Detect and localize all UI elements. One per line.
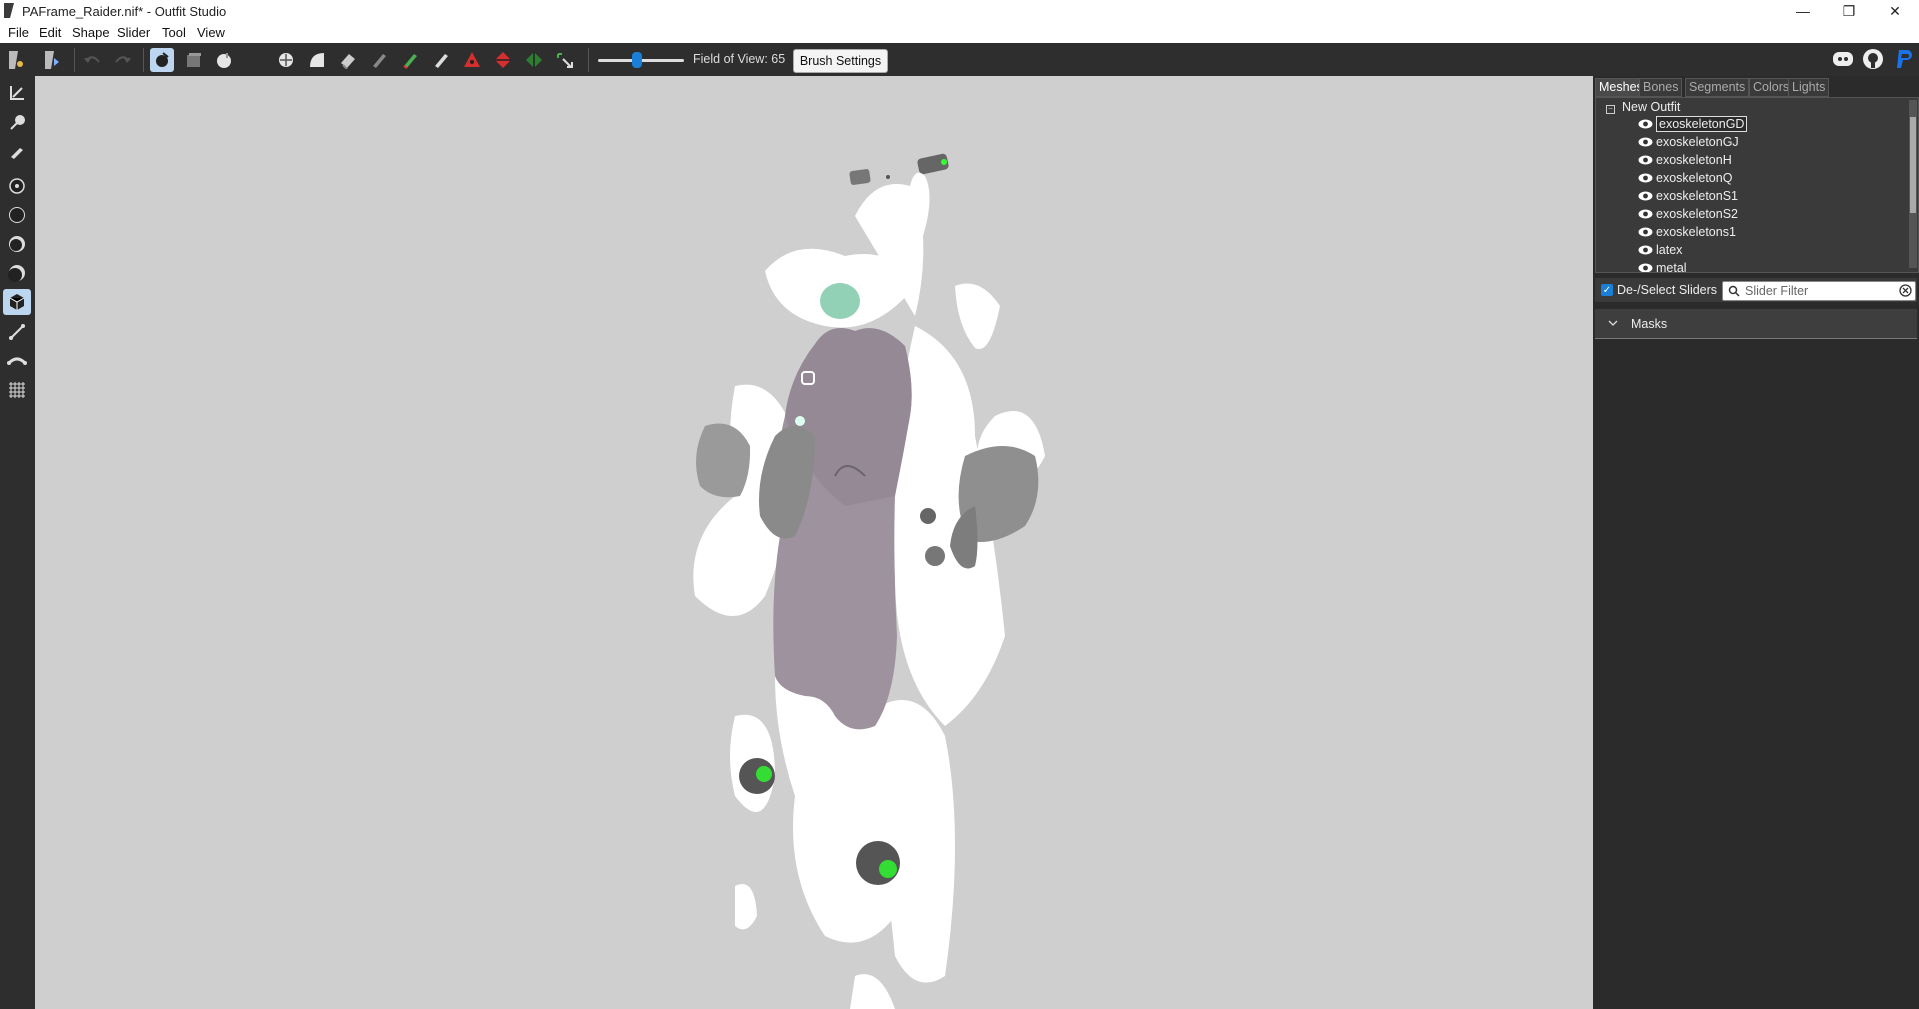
vertex-select-icon[interactable] [3, 173, 31, 199]
tab-colors[interactable]: Colors [1749, 78, 1794, 97]
collapse-vertex-icon[interactable] [460, 48, 484, 72]
smooth-brush-icon[interactable] [305, 48, 329, 72]
fov-slider-handle[interactable] [632, 52, 642, 68]
mesh-item[interactable]: exoskeletonGD [1638, 115, 1748, 133]
visibility-eye-icon[interactable] [1638, 209, 1653, 219]
lighting-icon[interactable] [3, 260, 31, 286]
slider-filter-input[interactable]: Slider Filter [1722, 281, 1916, 301]
weight-brush-icon[interactable] [367, 48, 391, 72]
texture-view-icon[interactable] [3, 289, 31, 315]
redo-icon[interactable] [111, 48, 135, 72]
mesh-tree[interactable]: − New Outfit exoskeletonGD exoskeletonGJ… [1595, 97, 1919, 273]
color-brush-icon[interactable] [398, 48, 422, 72]
flip-edge-icon[interactable] [491, 48, 515, 72]
menu-file[interactable]: File [8, 25, 29, 40]
tab-lights[interactable]: Lights [1788, 78, 1830, 97]
visibility-eye-icon[interactable] [1638, 245, 1653, 255]
sphere-view-icon[interactable] [3, 202, 31, 228]
split-edge-icon[interactable] [522, 48, 546, 72]
github-icon[interactable] [1862, 48, 1884, 70]
move-brush-icon[interactable] [274, 48, 298, 72]
menu-edit[interactable]: Edit [39, 25, 61, 40]
tree-scrollbar[interactable] [1909, 100, 1917, 268]
load-project-icon[interactable] [40, 48, 64, 72]
window-title: PAFrame_Raider.nif* - Outfit Studio [22, 4, 227, 19]
mesh-item[interactable]: latex [1638, 241, 1682, 259]
collapse-toggle[interactable]: − [1606, 105, 1615, 114]
right-panel: Meshes Bones Segments Colors Lights − Ne… [1593, 76, 1919, 1009]
restore-button[interactable]: ❐ [1826, 0, 1872, 22]
new-project-icon[interactable] [4, 48, 28, 72]
visibility-eye-icon[interactable] [1638, 227, 1653, 237]
grid-icon[interactable] [3, 377, 31, 403]
left-toolbar [0, 76, 35, 1009]
deflate-brush-icon[interactable] [243, 48, 267, 72]
pen-tool-icon[interactable] [3, 138, 31, 164]
mesh-item[interactable]: exoskeletonGJ [1638, 133, 1739, 151]
select-brush-icon[interactable] [150, 48, 174, 72]
alpha-brush-icon[interactable] [429, 48, 453, 72]
masks-label: Masks [1631, 317, 1668, 331]
inflate-brush-icon[interactable] [212, 48, 236, 72]
masks-section[interactable]: Masks [1595, 309, 1917, 339]
raider-model [693, 153, 1045, 1009]
mesh-item[interactable]: exoskeletonS1 [1638, 187, 1738, 205]
transform-tool-icon[interactable] [3, 80, 31, 106]
bone-view-icon[interactable] [3, 319, 31, 345]
menu-view[interactable]: View [197, 25, 225, 40]
visibility-eye-icon[interactable] [1638, 137, 1653, 147]
visibility-eye-icon[interactable] [1638, 263, 1653, 273]
tab-segments[interactable]: Segments [1685, 78, 1750, 97]
paypal-icon[interactable] [1893, 48, 1915, 70]
tree-root-label: New Outfit [1622, 100, 1681, 114]
mesh-item[interactable]: exoskeletonQ [1638, 169, 1732, 187]
close-button[interactable]: ✕ [1872, 0, 1918, 22]
undo-icon[interactable] [80, 48, 104, 72]
visibility-eye-icon[interactable] [1638, 155, 1653, 165]
mask-brush-icon[interactable] [182, 48, 206, 72]
wireframe-icon[interactable] [3, 231, 31, 257]
chevron-down-icon [1608, 320, 1618, 326]
visibility-eye-icon[interactable] [1638, 173, 1653, 183]
menu-bar: File Edit Shape Slider Tool View [0, 22, 1919, 44]
menu-slider[interactable]: Slider [117, 25, 150, 40]
brush-settings-button[interactable]: Brush Settings [793, 49, 888, 73]
bone-weight-icon[interactable] [3, 348, 31, 374]
title-bar: PAFrame_Raider.nif* - Outfit Studio — ❐ … [0, 0, 1919, 22]
deselect-sliders-checkbox[interactable]: ✓ [1601, 284, 1613, 296]
visibility-eye-icon[interactable] [1638, 191, 1653, 201]
clear-icon[interactable] [1899, 284, 1912, 297]
mesh-item[interactable]: exoskeletonS2 [1638, 205, 1738, 223]
minimize-button[interactable]: — [1780, 0, 1826, 22]
discord-icon[interactable] [1832, 49, 1854, 69]
mesh-item[interactable]: exoskeletons1 [1638, 223, 1736, 241]
app-icon [4, 3, 14, 18]
toolbar [0, 43, 1919, 76]
slider-controls: ✓ De-/Select Sliders Slider Filter [1595, 278, 1917, 302]
pivot-tool-icon[interactable] [3, 110, 31, 136]
menu-tool[interactable]: Tool [162, 25, 186, 40]
tab-bones[interactable]: Bones [1639, 78, 1683, 97]
transform-icon[interactable] [553, 48, 577, 72]
visibility-eye-icon[interactable] [1638, 119, 1653, 129]
deselect-sliders-label: De-/Select Sliders [1617, 283, 1718, 297]
mesh-item[interactable]: metal [1638, 259, 1687, 273]
menu-shape[interactable]: Shape [72, 25, 110, 40]
search-icon [1728, 285, 1740, 297]
undiff-brush-icon[interactable] [336, 48, 360, 72]
mesh-item[interactable]: exoskeletonH [1638, 151, 1732, 169]
fov-label: Field of View: 65 [693, 52, 786, 66]
3d-viewport[interactable] [35, 76, 1593, 1009]
